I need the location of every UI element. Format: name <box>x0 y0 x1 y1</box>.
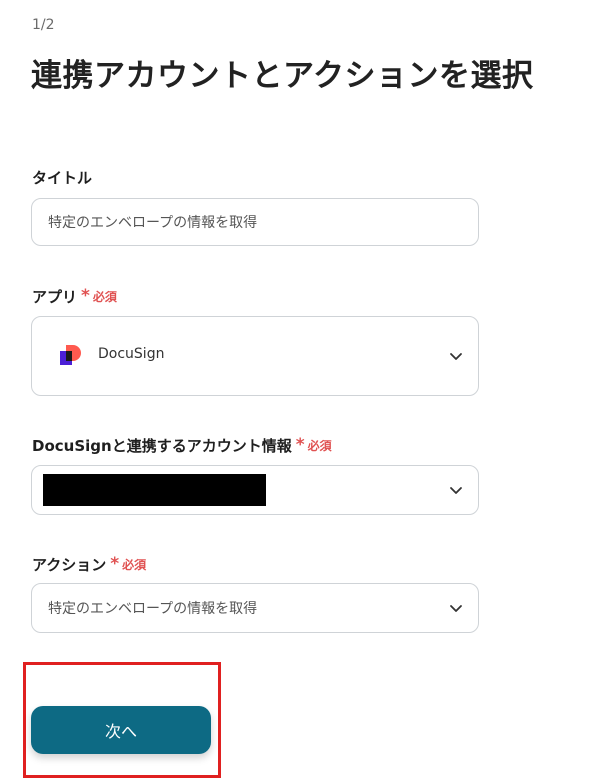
redacted-account-value <box>43 474 266 506</box>
action-label: アクション * 必須 <box>32 554 146 575</box>
title-label: タイトル <box>32 167 92 188</box>
chevron-down-icon <box>450 487 462 494</box>
next-button[interactable]: 次へ <box>31 706 211 754</box>
account-select[interactable] <box>31 465 479 515</box>
chevron-down-icon <box>450 353 462 360</box>
required-text: 必須 <box>92 290 117 304</box>
app-label-text: アプリ <box>32 288 78 306</box>
docusign-logo-icon <box>60 345 81 365</box>
action-select[interactable]: 特定のエンベロープの情報を取得 <box>31 583 479 633</box>
required-star: * <box>81 286 90 306</box>
action-label-text: アクション <box>32 556 107 574</box>
action-select-value: 特定のエンベロープの情報を取得 <box>48 601 258 617</box>
required-text: 必須 <box>307 439 332 453</box>
title-input[interactable]: 特定のエンベロープの情報を取得 <box>31 198 479 246</box>
step-indicator: 1/2 <box>32 17 55 33</box>
required-badge: * 必須 <box>110 556 146 573</box>
required-text: 必須 <box>122 558 147 572</box>
required-star: * <box>110 554 120 574</box>
required-badge: * 必須 <box>296 437 332 454</box>
account-label: DocuSignと連携するアカウント情報 * 必須 <box>32 435 332 456</box>
app-label: アプリ * 必須 <box>32 286 117 307</box>
page: 1/2 連携アカウントとアクションを選択 タイトル 特定のエンベロープの情報を取… <box>0 0 591 782</box>
app-select[interactable]: DocuSign <box>31 316 479 396</box>
title-input-value: 特定のエンベロープの情報を取得 <box>48 215 258 231</box>
title-label-text: タイトル <box>32 169 93 187</box>
page-title: 連携アカウントとアクションを選択 <box>31 58 534 94</box>
chevron-down-icon <box>450 605 462 612</box>
required-badge: * 必須 <box>81 288 117 305</box>
app-name: DocuSign <box>98 346 165 362</box>
account-label-text: DocuSignと連携するアカウント情報 <box>32 437 292 455</box>
required-star: * <box>295 435 305 455</box>
